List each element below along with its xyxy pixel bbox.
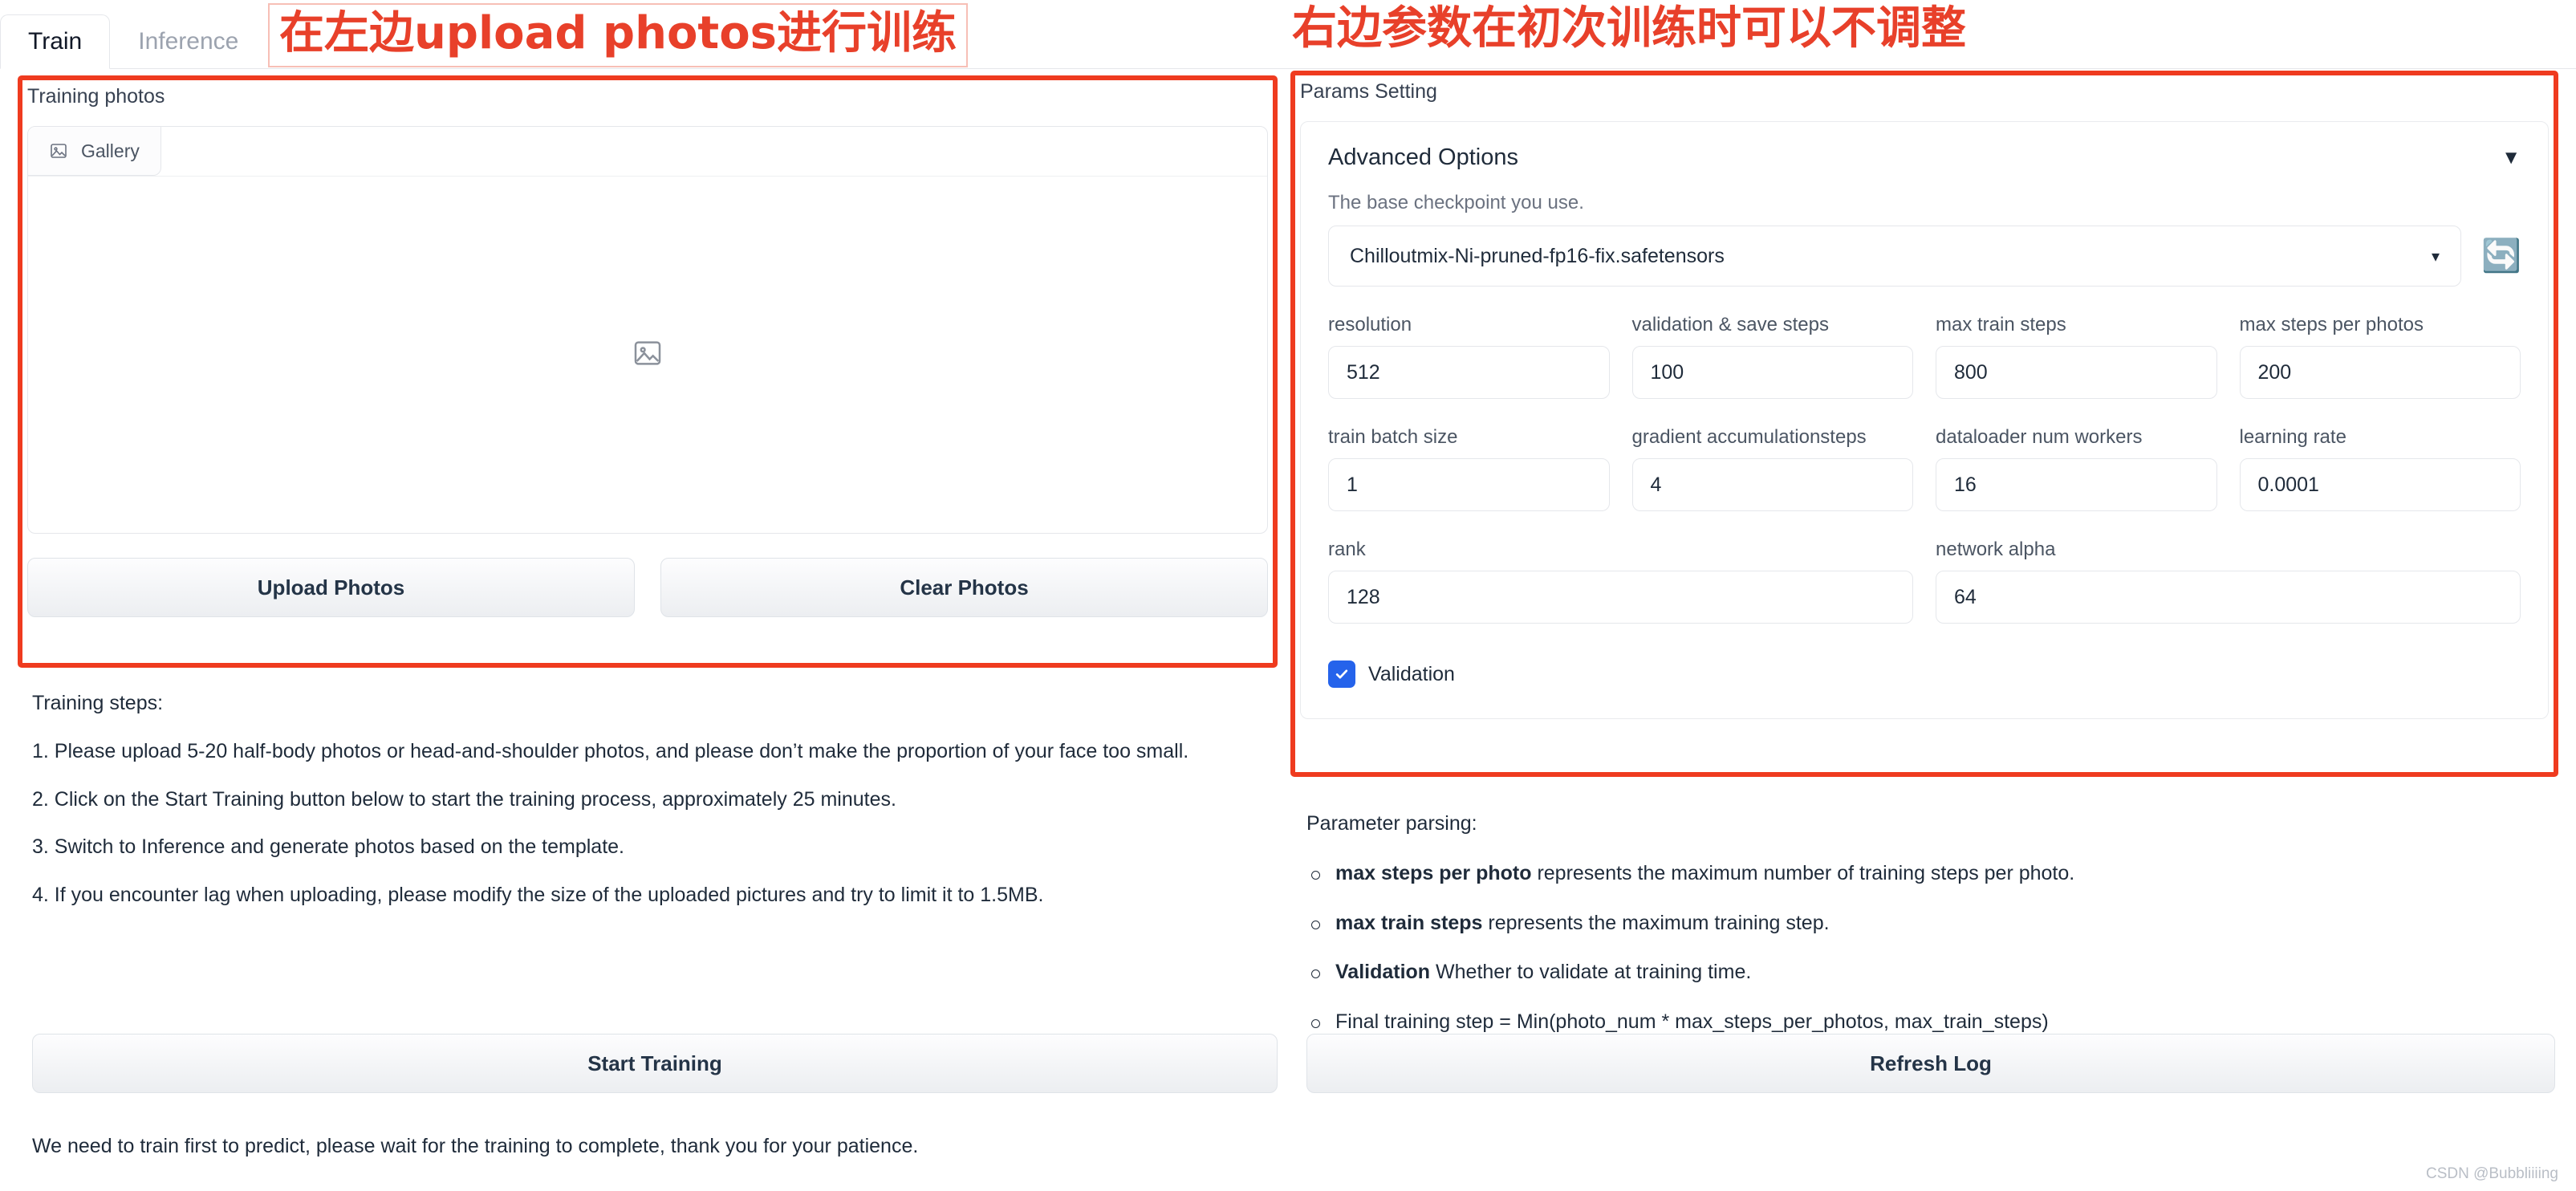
parsing-item-term: max train steps	[1335, 911, 1483, 934]
field-dataloader-num-workers: dataloader num workers 16	[1936, 426, 2217, 511]
dataloader-num-workers-input[interactable]: 16	[1936, 458, 2217, 511]
training-step-1: 1. Please upload 5-20 half-body photos o…	[32, 739, 1189, 762]
start-training-container: Start Training	[32, 1034, 1278, 1093]
image-placeholder-icon	[632, 337, 664, 373]
rank-input[interactable]: 128	[1328, 571, 1913, 624]
image-placeholder-icon	[49, 141, 68, 161]
field-label: train batch size	[1328, 426, 1458, 448]
upload-photos-button[interactable]: Upload Photos	[27, 558, 635, 617]
gallery-tab-label: Gallery	[81, 140, 140, 161]
advanced-options-accordion: Advanced Options ▼ The base checkpoint y…	[1300, 121, 2549, 719]
gradient-accumulation-steps-input[interactable]: 4	[1631, 458, 1913, 511]
resolution-input[interactable]: 512	[1328, 346, 1610, 399]
start-training-button[interactable]: Start Training	[32, 1034, 1278, 1093]
advanced-options-title: Advanced Options	[1328, 144, 1518, 170]
gallery-empty-state	[28, 177, 1267, 533]
checkpoint-selected-value: Chilloutmix-Ni-pruned-fp16-fix.safetenso…	[1350, 244, 1725, 267]
field-learning-rate: learning rate 0.0001	[2239, 426, 2521, 511]
training-photos-label: Training photos	[27, 85, 165, 108]
training-footer-note: We need to train first to predict, pleas…	[32, 1135, 919, 1157]
chevron-down-icon[interactable]: ▼	[2501, 147, 2521, 169]
field-max-train-steps: max train steps 800	[1936, 314, 2217, 399]
max-train-steps-input[interactable]: 800	[1936, 346, 2217, 399]
field-resolution: resolution 512	[1328, 314, 1610, 399]
parsing-item-desc: Final training step = Min(photo_num * ma…	[1335, 1010, 2049, 1033]
annotation-right-text: 右边参数在初次训练时可以不调整	[1292, 2, 1966, 55]
annotation-left-text: 在左边upload photos进行训练	[268, 3, 968, 67]
field-label: resolution	[1328, 314, 1412, 335]
parameter-parsing-text: Parameter parsing: max steps per photo r…	[1306, 811, 2558, 1059]
training-step-2: 2. Click on the Start Training button be…	[32, 787, 896, 811]
gallery-tabstrip: Gallery	[28, 127, 1267, 177]
parsing-item-term: max steps per photo	[1335, 861, 1532, 884]
parsing-item-validation: Validation Whether to validate at traini…	[1306, 959, 2558, 986]
parsing-item-final-training-step: Final training step = Min(photo_num * ma…	[1306, 1009, 2558, 1036]
tab-inference-label: Inference	[138, 28, 239, 55]
train-batch-size-input[interactable]: 1	[1328, 458, 1610, 511]
validation-checkbox[interactable]	[1328, 661, 1355, 688]
gallery-tab[interactable]: Gallery	[28, 127, 161, 176]
params-row-1: resolution 512 validation & save steps 1…	[1328, 314, 2521, 399]
gallery-dropzone[interactable]: Gallery	[27, 126, 1268, 534]
network-alpha-input[interactable]: 64	[1936, 571, 2521, 624]
tab-train-label: Train	[28, 28, 83, 55]
field-label: network alpha	[1936, 539, 2056, 560]
params-row-2: train batch size 1 gradient accumulation…	[1328, 426, 2521, 511]
check-icon	[1334, 666, 1350, 682]
validation-checkbox-row: Validation	[1328, 661, 2521, 688]
parsing-item-desc: represents the maximum training step.	[1482, 911, 1830, 934]
parameter-parsing-title: Parameter parsing:	[1306, 812, 1477, 835]
field-label: rank	[1328, 539, 1366, 560]
refresh-log-container: Refresh Log	[1306, 1034, 2555, 1093]
training-step-3: 3. Switch to Inference and generate phot…	[32, 835, 625, 859]
training-steps-title: Training steps:	[32, 692, 164, 714]
field-label: max train steps	[1936, 314, 2066, 335]
tab-train[interactable]: Train	[0, 14, 111, 69]
watermark: CSDN @Bubbliiiing	[2425, 1165, 2558, 1182]
validation-save-steps-input[interactable]: 100	[1631, 346, 1913, 399]
field-validation-save-steps: validation & save steps 100	[1631, 314, 1913, 399]
field-rank: rank 128	[1328, 539, 1913, 624]
advanced-options-header[interactable]: Advanced Options ▼	[1328, 144, 2521, 171]
photo-action-buttons: Upload Photos Clear Photos	[27, 558, 1268, 617]
field-train-batch-size: train batch size 1	[1328, 426, 1610, 511]
parameter-parsing-list: max steps per photo represents the maxim…	[1306, 860, 2558, 1036]
parsing-item-term: Validation	[1335, 961, 1431, 984]
training-steps-text: Training steps: 1. Please upload 5-20 ha…	[32, 690, 1284, 909]
chevron-down-icon: ▾	[2431, 247, 2440, 266]
parsing-item-desc: Whether to validate at training time.	[1430, 961, 1752, 984]
params-setting-label: Params Setting	[1300, 80, 1437, 103]
learning-rate-input[interactable]: 0.0001	[2239, 458, 2521, 511]
field-label: dataloader num workers	[1936, 426, 2143, 448]
max-steps-per-photos-input[interactable]: 200	[2239, 346, 2521, 399]
refresh-checkpoints-icon[interactable]: 🔄	[2481, 237, 2521, 275]
clear-photos-button[interactable]: Clear Photos	[660, 558, 1268, 617]
field-label: learning rate	[2239, 426, 2346, 448]
validation-checkbox-label: Validation	[1368, 662, 1455, 685]
params-setting-panel: Params Setting Advanced Options ▼ The ba…	[1300, 80, 2549, 719]
checkpoint-hint: The base checkpoint you use.	[1328, 192, 1584, 213]
checkpoint-select[interactable]: Chilloutmix-Ni-pruned-fp16-fix.safetenso…	[1328, 226, 2461, 287]
params-row-3: rank 128 network alpha 64	[1328, 539, 2521, 624]
checkpoint-row: Chilloutmix-Ni-pruned-fp16-fix.safetenso…	[1328, 226, 2521, 287]
refresh-log-button[interactable]: Refresh Log	[1306, 1034, 2555, 1093]
field-label: gradient accumulationsteps	[1631, 426, 1867, 448]
field-max-steps-per-photos: max steps per photos 200	[2239, 314, 2521, 399]
parsing-item-desc: represents the maximum number of trainin…	[1531, 861, 2075, 884]
field-gradient-accumulation-steps: gradient accumulationsteps 4	[1631, 426, 1913, 511]
parsing-item-max-train-steps: max train steps represents the maximum t…	[1306, 910, 2558, 937]
tab-inference[interactable]: Inference	[110, 14, 266, 69]
parsing-item-max-steps-per-photo: max steps per photo represents the maxim…	[1306, 860, 2558, 888]
field-network-alpha: network alpha 64	[1936, 539, 2521, 624]
training-step-4: 4. If you encounter lag when uploading, …	[32, 884, 1044, 906]
training-photos-panel: Training photos Gallery Upload Photos Cl…	[27, 85, 1268, 617]
field-label: validation & save steps	[1631, 314, 1829, 335]
field-label: max steps per photos	[2239, 314, 2424, 335]
